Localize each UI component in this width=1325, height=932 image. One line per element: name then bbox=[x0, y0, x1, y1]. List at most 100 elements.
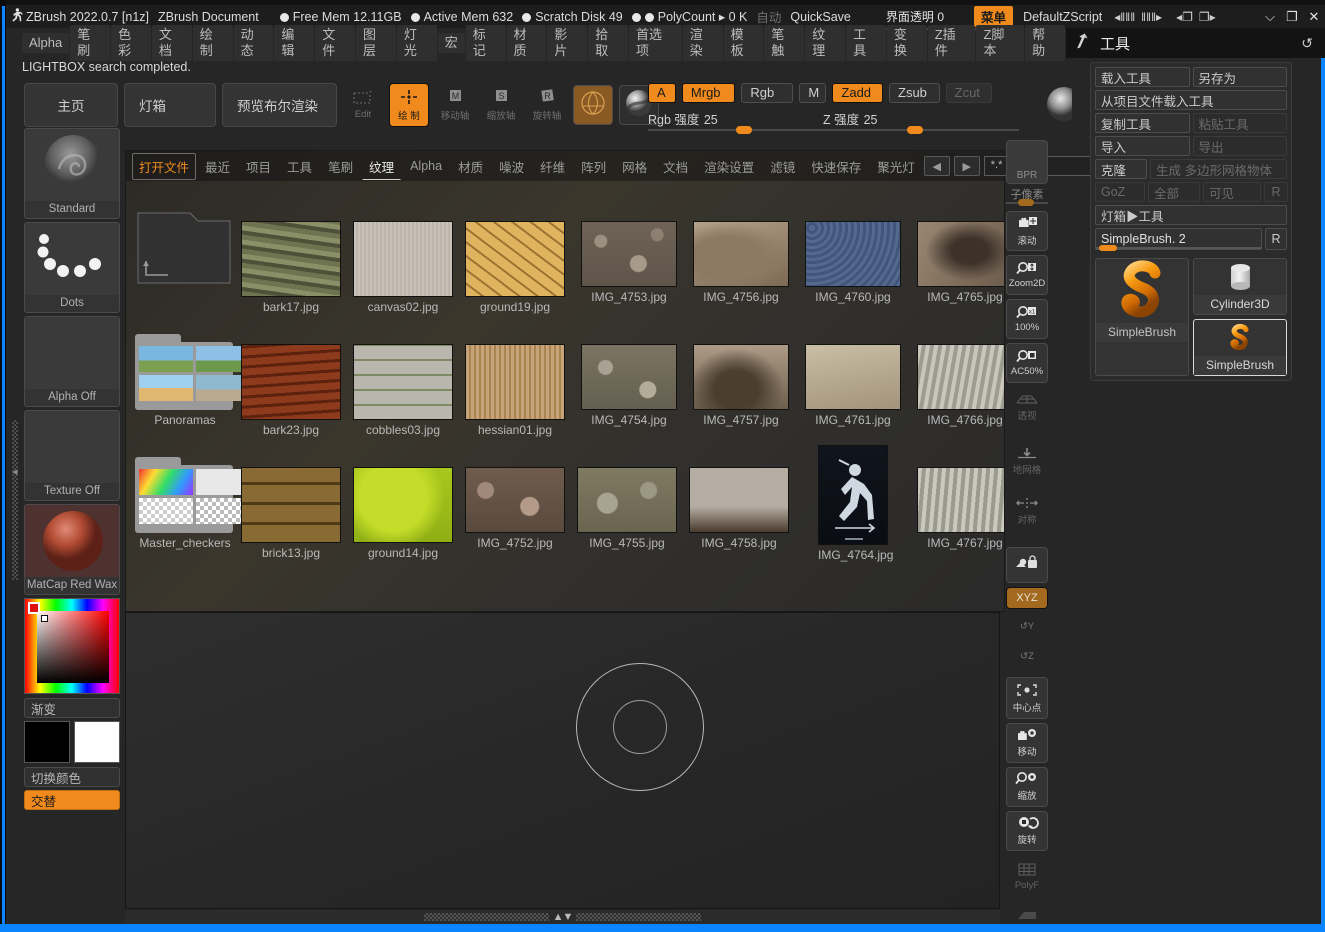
menu-item-7[interactable]: 文件 bbox=[315, 25, 356, 61]
menu-item-1[interactable]: 笔刷 bbox=[70, 25, 111, 61]
color-cursor[interactable] bbox=[41, 615, 48, 622]
scroll-track-right[interactable] bbox=[576, 913, 702, 921]
menu-item-5[interactable]: 动态 bbox=[233, 25, 274, 61]
left-tray-scroll[interactable] bbox=[12, 420, 18, 580]
refresh-icon[interactable]: ↺ bbox=[1301, 35, 1313, 52]
list-item[interactable]: .. bbox=[135, 211, 235, 284]
thumbnail-image[interactable] bbox=[689, 467, 789, 533]
lightbox-tab-12[interactable]: 文档 bbox=[656, 153, 695, 180]
current-material-button[interactable] bbox=[573, 85, 613, 125]
import-button[interactable]: 导入 bbox=[1095, 136, 1190, 156]
lightbox-tab-2[interactable]: 项目 bbox=[239, 153, 278, 180]
scroll-button[interactable]: 滚动 bbox=[1006, 211, 1048, 251]
window-restore-button[interactable]: ❐ bbox=[1281, 9, 1303, 25]
menu-item-17[interactable]: 模板 bbox=[723, 25, 764, 61]
list-item[interactable]: bark23.jpg bbox=[241, 344, 341, 437]
zoom2d-button[interactable]: Zoom2D bbox=[1006, 255, 1048, 295]
lightbox-button[interactable]: 灯箱 bbox=[124, 83, 216, 127]
home-button[interactable]: 主页 bbox=[24, 83, 118, 127]
right-tray-arrow-icon[interactable]: ‖‖‖▸ bbox=[1141, 10, 1162, 24]
current-alpha-button[interactable]: Alpha Off bbox=[24, 316, 120, 407]
color-picker[interactable] bbox=[24, 598, 120, 694]
rgb-button[interactable]: Rgb bbox=[741, 82, 794, 103]
local-transform-button[interactable] bbox=[1006, 547, 1048, 583]
mrgb-button[interactable]: Mrgb bbox=[681, 82, 736, 103]
thumbnail-image[interactable] bbox=[917, 221, 1004, 287]
menu-item-10[interactable]: 宏 bbox=[437, 33, 465, 53]
symmetry-button[interactable]: 对称 bbox=[1006, 491, 1048, 531]
default-zscript-label[interactable]: DefaultZScript bbox=[1023, 10, 1102, 24]
z-intensity-knob[interactable] bbox=[907, 126, 923, 134]
thumbnail-image[interactable] bbox=[465, 221, 565, 297]
thumbnail-image[interactable] bbox=[693, 221, 789, 287]
lightbox-tab-15[interactable]: 快速保存 bbox=[804, 153, 868, 180]
menu-item-0[interactable]: Alpha bbox=[22, 33, 70, 53]
list-item[interactable]: IMG_4757.jpg bbox=[693, 344, 789, 427]
left-tray-arrow-icon[interactable]: ◂‖‖‖ bbox=[1114, 10, 1135, 24]
tool-item-slider[interactable]: SimpleBrush. 2 bbox=[1095, 228, 1262, 251]
menu-item-4[interactable]: 绘制 bbox=[192, 25, 233, 61]
load-tool-button[interactable]: 载入工具 bbox=[1095, 67, 1190, 87]
m-button[interactable]: M bbox=[799, 82, 827, 103]
rgb-intensity-slider[interactable]: Rgb 强度 25 bbox=[648, 109, 844, 134]
scroll-track-left[interactable] bbox=[423, 913, 549, 921]
thumbnail-image[interactable] bbox=[577, 467, 677, 533]
list-item[interactable]: IMG_4756.jpg bbox=[693, 221, 789, 304]
goz-visible-button[interactable]: 可见 bbox=[1203, 182, 1261, 202]
menu-item-2[interactable]: 色彩 bbox=[111, 25, 151, 61]
thumbnail-image[interactable] bbox=[805, 344, 901, 410]
current-material-swatch[interactable]: MatCap Red Wax bbox=[24, 504, 120, 595]
list-item[interactable]: IMG_4758.jpg bbox=[689, 467, 789, 550]
list-item[interactable]: cobbles03.jpg bbox=[353, 344, 453, 437]
tool-item-r-button[interactable]: R bbox=[1265, 228, 1287, 250]
save-as-button[interactable]: 另存为 bbox=[1192, 67, 1287, 87]
list-item[interactable]: IMG_4761.jpg bbox=[805, 344, 901, 427]
secondary-color-swatch[interactable] bbox=[74, 721, 120, 763]
lightbox-tab-10[interactable]: 阵列 bbox=[574, 153, 613, 180]
rgb-intensity-knob[interactable] bbox=[736, 126, 752, 134]
gradient-button[interactable]: 渐变 bbox=[24, 698, 120, 718]
lightbox-tab-11[interactable]: 网格 bbox=[615, 153, 654, 180]
lightbox-tab-4[interactable]: 笔刷 bbox=[321, 153, 360, 180]
thumbnail-image[interactable] bbox=[818, 445, 888, 545]
lightbox-tab-5[interactable]: 纹理 bbox=[362, 153, 402, 180]
thumbnail-image[interactable] bbox=[693, 344, 789, 410]
ui-transparency-slider[interactable]: 界面透明 0 bbox=[885, 8, 982, 32]
canvas-zoom-arrows-icon[interactable]: ▲▼ bbox=[553, 911, 574, 923]
clone-button[interactable]: 克隆 bbox=[1095, 159, 1147, 179]
current-stroke-button[interactable]: Dots bbox=[24, 222, 120, 313]
zoom-nav-button[interactable]: 缩放 bbox=[1006, 767, 1048, 807]
preview-bool-render-button[interactable]: 预览布尔渲染 bbox=[222, 83, 337, 127]
current-brush-button[interactable]: Standard bbox=[24, 128, 120, 219]
menu-item-22[interactable]: Z插件 bbox=[927, 25, 976, 61]
move-nav-button[interactable]: 移动 bbox=[1006, 723, 1048, 763]
z-axis-button[interactable]: ↺Z bbox=[1006, 643, 1048, 669]
menu-item-9[interactable]: 灯光 bbox=[396, 25, 437, 61]
menu-item-6[interactable]: 编辑 bbox=[274, 25, 315, 61]
lightbox-tab-14[interactable]: 滤镜 bbox=[763, 153, 802, 180]
left-tray-arrow-icon[interactable]: ◂ bbox=[12, 465, 21, 483]
copy-tool-button[interactable]: 复制工具 bbox=[1095, 113, 1190, 133]
load-from-project-button[interactable]: 从项目文件载入工具 bbox=[1095, 90, 1287, 110]
paste-tool-button[interactable]: 粘贴工具 bbox=[1192, 113, 1287, 133]
floor-grid-button[interactable]: 地网格 bbox=[1006, 441, 1048, 481]
lightbox-tab-7[interactable]: 材质 bbox=[451, 153, 490, 180]
list-item[interactable]: hessian01.jpg bbox=[465, 344, 565, 437]
zcut-button[interactable]: Zcut bbox=[945, 82, 992, 103]
current-tool-thumbnail[interactable]: SimpleBrush bbox=[1095, 258, 1189, 376]
menu-item-11[interactable]: 标记 bbox=[465, 25, 506, 61]
window-minimize-button[interactable]: ⌵ bbox=[1259, 9, 1281, 25]
list-item[interactable]: IMG_4766.jpg bbox=[917, 344, 1004, 427]
list-item[interactable]: bark17.jpg bbox=[241, 221, 341, 314]
menu-item-13[interactable]: 影片 bbox=[547, 25, 588, 61]
menu-item-16[interactable]: 渲染 bbox=[682, 25, 723, 61]
zadd-button[interactable]: Zadd bbox=[832, 82, 884, 103]
thumbnail-image[interactable] bbox=[353, 467, 453, 543]
menu-item-14[interactable]: 拾取 bbox=[588, 25, 629, 61]
thumbnail-image[interactable] bbox=[241, 467, 341, 543]
ac50-button[interactable]: AC50% bbox=[1006, 343, 1048, 383]
center-button[interactable]: 中心点 bbox=[1006, 677, 1048, 719]
list-item[interactable]: canvas02.jpg bbox=[353, 221, 453, 314]
thumbnail-image[interactable] bbox=[805, 221, 901, 287]
list-item[interactable]: IMG_4755.jpg bbox=[577, 467, 677, 550]
